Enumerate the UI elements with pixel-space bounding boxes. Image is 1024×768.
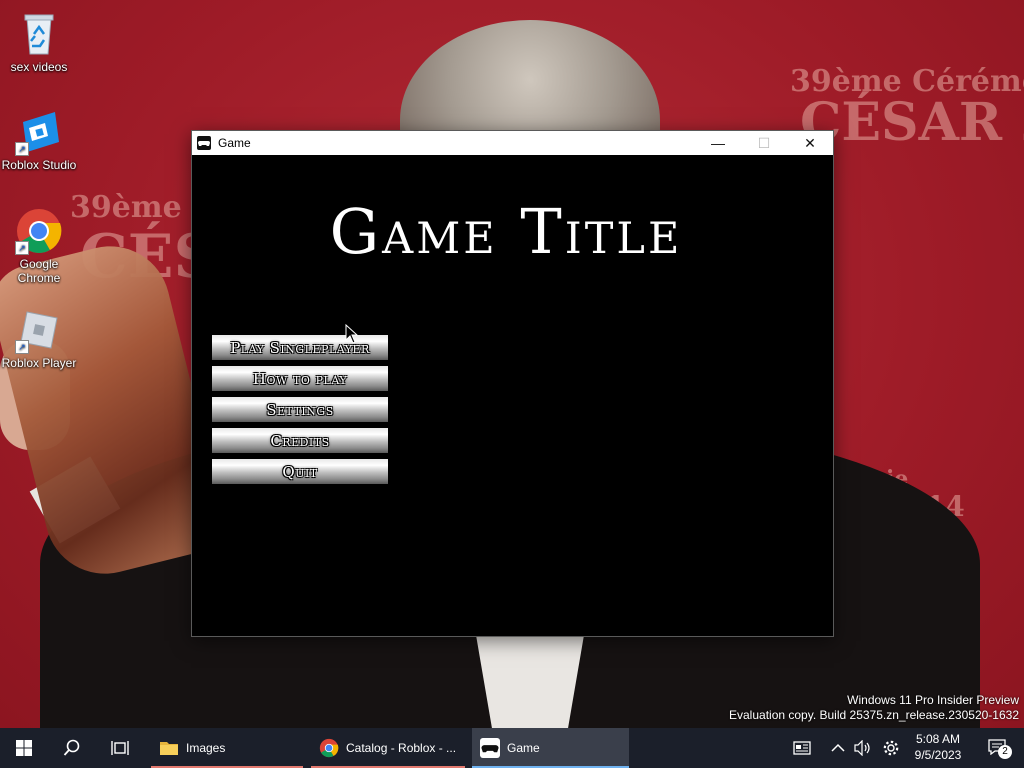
- notification-center-button[interactable]: 2: [978, 728, 1018, 768]
- gear-icon: [883, 740, 899, 756]
- notification-icon: 2: [988, 739, 1012, 759]
- settings-button[interactable]: Settings: [212, 397, 388, 422]
- taskbar-app-label: Images: [186, 741, 226, 755]
- desktop-icon-label: Google Chrome: [17, 257, 61, 285]
- maximize-button[interactable]: ☐: [741, 131, 787, 155]
- news-icon: [793, 741, 811, 755]
- start-button[interactable]: [0, 728, 48, 768]
- shortcut-arrow-icon: ↗: [15, 241, 29, 255]
- notification-count-badge: 2: [998, 745, 1012, 759]
- quit-button[interactable]: Quit: [212, 459, 388, 484]
- task-view-button[interactable]: [96, 728, 144, 768]
- settings-tray-button[interactable]: [878, 728, 904, 768]
- main-menu: Play Singleplayer How to play Settings C…: [212, 335, 388, 490]
- watermark-build: Evaluation copy. Build 25375.zn_release.…: [729, 708, 1019, 722]
- taskbar-clock[interactable]: 5:08 AM 9/5/2023: [906, 731, 970, 763]
- task-view-icon: [111, 741, 129, 755]
- search-icon: [63, 739, 80, 756]
- volume-button[interactable]: [850, 728, 876, 768]
- desktop-icon-roblox-studio[interactable]: ↗ Roblox Studio: [0, 108, 78, 172]
- roblox-studio-icon: ↗: [15, 108, 63, 156]
- how-to-play-button[interactable]: How to play: [212, 366, 388, 391]
- taskbar-app-label: Game: [507, 741, 540, 755]
- taskbar-app-chrome[interactable]: Catalog - Roblox - ...: [311, 728, 465, 768]
- close-button[interactable]: ✕: [787, 131, 833, 155]
- minimize-button[interactable]: —: [695, 131, 741, 155]
- speaker-icon: [854, 740, 870, 756]
- roblox-player-icon: ↗: [15, 306, 63, 354]
- windows-logo-icon: [16, 740, 32, 756]
- game-window[interactable]: Game — ☐ ✕ Game Title Play Singleplayer …: [191, 130, 834, 637]
- credits-button[interactable]: Credits: [212, 428, 388, 453]
- window-titlebar[interactable]: Game — ☐ ✕: [192, 131, 833, 155]
- show-hidden-icons-button[interactable]: [826, 728, 850, 768]
- desktop-icon-recycle-bin[interactable]: sex videos: [0, 10, 78, 74]
- recycle-bin-icon: [15, 10, 63, 58]
- taskbar-app-images[interactable]: Images: [151, 728, 303, 768]
- desktop-icon-label: Roblox Studio: [1, 158, 77, 172]
- taskbar-app-game[interactable]: Game: [472, 728, 629, 768]
- desktop-icon-roblox-player[interactable]: ↗ Roblox Player: [0, 306, 78, 370]
- clock-date: 9/5/2023: [914, 748, 962, 762]
- desktop-icon-label: sex videos: [10, 60, 68, 74]
- clock-time: 5:08 AM: [915, 732, 961, 746]
- shortcut-arrow-icon: ↗: [15, 340, 29, 354]
- shortcut-arrow-icon: ↗: [15, 142, 29, 156]
- folder-icon: [159, 738, 179, 758]
- gamepad-icon: [480, 738, 500, 758]
- watermark-edition: Windows 11 Pro Insider Preview: [847, 693, 1019, 707]
- chrome-icon: ↗: [15, 207, 63, 255]
- windows-watermark: Windows 11 Pro Insider Preview Evaluatio…: [729, 693, 1019, 723]
- taskbar-app-label: Catalog - Roblox - ...: [346, 741, 457, 755]
- desktop-icon-label: Roblox Player: [1, 356, 77, 370]
- taskbar: Images Catalog - Roblox - ... Game 5:08 …: [0, 728, 1024, 768]
- chrome-icon: [319, 738, 339, 758]
- chevron-up-icon: [831, 743, 845, 752]
- gamepad-icon: [197, 136, 211, 150]
- play-singleplayer-button[interactable]: Play Singleplayer: [212, 335, 388, 360]
- game-title: Game Title: [329, 195, 683, 268]
- desktop-icon-google-chrome[interactable]: ↗ Google Chrome: [0, 207, 78, 285]
- search-button[interactable]: [48, 728, 96, 768]
- game-canvas[interactable]: Game Title Play Singleplayer How to play…: [192, 155, 833, 636]
- window-title: Game: [218, 136, 251, 150]
- news-widget-button[interactable]: [786, 728, 818, 768]
